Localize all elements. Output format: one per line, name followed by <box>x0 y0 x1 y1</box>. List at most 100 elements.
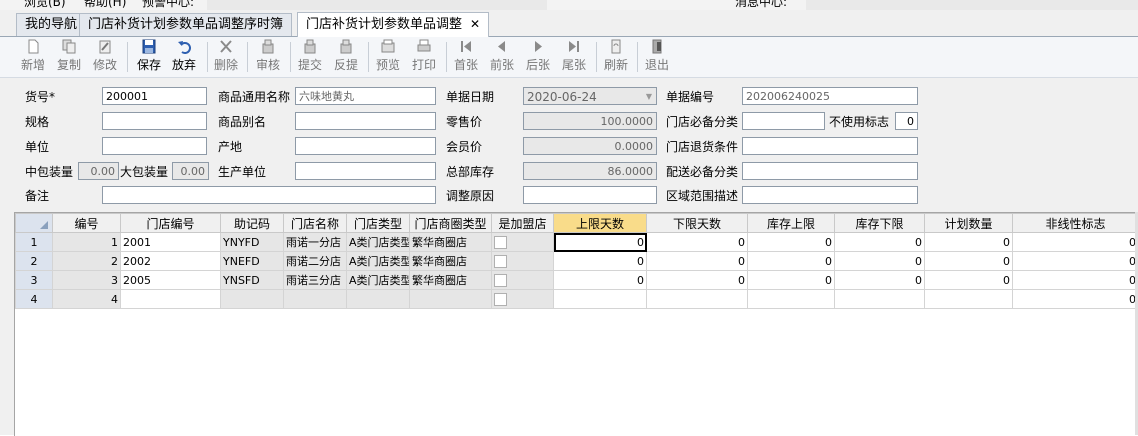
col-header-store-name[interactable]: 门店名称 <box>284 214 347 233</box>
next-button[interactable]: 后张 <box>521 39 555 73</box>
dist-cat-field[interactable] <box>742 162 918 180</box>
region-field[interactable] <box>742 186 918 204</box>
first-button[interactable]: 首张 <box>449 39 483 73</box>
table-row[interactable]: 2 2 2002 YNEFD 雨诺二分店 A类门店类型 繁华商圈店 0 0 0 … <box>16 252 1138 271</box>
cell-store-no[interactable]: 2005 <box>121 271 221 290</box>
reason-field[interactable] <box>523 186 657 204</box>
mid-pack-field[interactable]: 0.00 <box>78 162 119 180</box>
new-button[interactable]: 新增 <box>16 39 50 73</box>
submit-button[interactable]: 提交 <box>293 39 327 73</box>
cell-store-no[interactable]: 2001 <box>121 233 221 252</box>
cell-upper-days[interactable]: 0 <box>554 233 647 252</box>
col-header-area-type[interactable]: 门店商圈类型 <box>410 214 492 233</box>
member-price-field[interactable]: 0.0000 <box>523 137 657 155</box>
franchise-checkbox[interactable] <box>494 236 507 249</box>
message-center[interactable]: 消息中心: <box>735 0 787 10</box>
refresh-button[interactable]: 刷新 <box>599 39 633 73</box>
col-header-no[interactable]: 编号 <box>53 214 121 233</box>
cell-franchise[interactable] <box>492 252 554 271</box>
cell-upper-days[interactable]: 0 <box>554 252 647 271</box>
cell-plan-qty[interactable]: 0 <box>925 271 1013 290</box>
franchise-checkbox[interactable] <box>494 274 507 287</box>
cell-stock-min[interactable]: 0 <box>835 233 925 252</box>
cell-upper-days[interactable] <box>554 290 647 309</box>
unit-field[interactable] <box>102 137 207 155</box>
cell-stock-max[interactable] <box>748 290 835 309</box>
row-number[interactable]: 1 <box>16 233 53 252</box>
audit-button[interactable]: 审核 <box>251 39 285 73</box>
col-header-plan-qty[interactable]: 计划数量 <box>925 214 1013 233</box>
cell-plan-qty[interactable]: 0 <box>925 252 1013 271</box>
exit-button[interactable]: 退出 <box>640 39 674 73</box>
cell-plan-qty[interactable] <box>925 290 1013 309</box>
col-header-store-type[interactable]: 门店类型 <box>347 214 410 233</box>
return-cond-field[interactable] <box>742 137 918 155</box>
col-header-nonlinear[interactable]: 非线性标志 <box>1013 214 1138 233</box>
maker-field[interactable] <box>295 162 436 180</box>
remark-field[interactable] <box>102 186 436 204</box>
doc-no-field[interactable]: 202006240025 <box>742 87 918 105</box>
save-button[interactable]: 保存 <box>132 39 166 73</box>
col-header-stock-max[interactable]: 库存上限 <box>748 214 835 233</box>
cell-lower-days[interactable]: 0 <box>647 271 748 290</box>
chevron-down-icon[interactable]: ▼ <box>646 88 652 105</box>
prev-button[interactable]: 前张 <box>485 39 519 73</box>
col-header-upper-days[interactable]: 上限天数 <box>554 214 647 233</box>
cell-stock-min[interactable]: 0 <box>835 252 925 271</box>
cell-nonlinear[interactable]: 0 <box>1013 290 1138 309</box>
cell-stock-max[interactable]: 0 <box>748 233 835 252</box>
col-header-stock-min[interactable]: 库存下限 <box>835 214 925 233</box>
last-button[interactable]: 尾张 <box>557 39 591 73</box>
cell-nonlinear[interactable]: 0 <box>1013 233 1138 252</box>
copy-button[interactable]: 复制 <box>52 39 86 73</box>
item-no-field[interactable]: 200001 <box>102 87 207 105</box>
delete-button[interactable]: 删除 <box>209 39 243 73</box>
alias-field[interactable] <box>295 112 436 130</box>
cell-stock-max[interactable]: 0 <box>748 252 835 271</box>
cell-plan-qty[interactable]: 0 <box>925 233 1013 252</box>
alert-center[interactable]: 预警中心: <box>142 0 194 10</box>
cell-upper-days[interactable]: 0 <box>554 271 647 290</box>
print-button[interactable]: 打印 <box>407 39 441 73</box>
cell-lower-days[interactable]: 0 <box>647 233 748 252</box>
cell-nonlinear[interactable]: 0 <box>1013 271 1138 290</box>
generic-name-field[interactable]: 六味地黄丸 <box>295 87 436 105</box>
cell-store-no[interactable]: 2002 <box>121 252 221 271</box>
origin-field[interactable] <box>295 137 436 155</box>
row-number[interactable]: 4 <box>16 290 53 309</box>
cell-stock-max[interactable]: 0 <box>748 271 835 290</box>
col-header-mnemonic[interactable]: 助记码 <box>221 214 284 233</box>
menu-browse[interactable]: 浏览(B) <box>24 0 66 10</box>
col-header-franchise[interactable]: 是加盟店 <box>492 214 554 233</box>
franchise-checkbox[interactable] <box>494 255 507 268</box>
menu-help[interactable]: 帮助(H) <box>84 0 126 10</box>
cell-franchise[interactable] <box>492 271 554 290</box>
doc-date-field[interactable]: 2020-06-24▼ <box>523 87 657 105</box>
cell-franchise[interactable] <box>492 290 554 309</box>
cell-lower-days[interactable] <box>647 290 748 309</box>
total-stock-field[interactable]: 86.0000 <box>523 162 657 180</box>
cell-franchise[interactable] <box>492 233 554 252</box>
cell-lower-days[interactable]: 0 <box>647 252 748 271</box>
spec-field[interactable] <box>102 112 207 130</box>
grid-corner[interactable] <box>16 214 53 233</box>
row-number[interactable]: 3 <box>16 271 53 290</box>
franchise-checkbox[interactable] <box>494 293 507 306</box>
close-icon[interactable]: ✕ <box>470 17 480 31</box>
row-number[interactable]: 2 <box>16 252 53 271</box>
big-pack-field[interactable]: 0.00 <box>172 162 209 180</box>
cell-store-no[interactable] <box>121 290 221 309</box>
table-row[interactable]: 1 1 2001 YNYFD 雨诺一分店 A类门店类型 繁华商圈店 0 0 0 … <box>16 233 1138 252</box>
unused-flag-field[interactable]: 0 <box>895 112 918 130</box>
unsubmit-button[interactable]: 反提 <box>329 39 363 73</box>
tab-my-navigation[interactable]: 我的导航 <box>16 13 86 36</box>
tab-replenish-adjust[interactable]: 门店补货计划参数单品调整✕ <box>297 12 489 37</box>
cell-stock-min[interactable]: 0 <box>835 271 925 290</box>
cell-stock-min[interactable] <box>835 290 925 309</box>
table-row[interactable]: 4 4 0 <box>16 290 1138 309</box>
col-header-lower-days[interactable]: 下限天数 <box>647 214 748 233</box>
table-row[interactable]: 3 3 2005 YNSFD 雨诺三分店 A类门店类型 繁华商圈店 0 0 0 … <box>16 271 1138 290</box>
col-header-store-no[interactable]: 门店编号 <box>121 214 221 233</box>
tab-replenish-list[interactable]: 门店补货计划参数单品调整序时簿 <box>79 13 292 36</box>
cell-nonlinear[interactable]: 0 <box>1013 252 1138 271</box>
